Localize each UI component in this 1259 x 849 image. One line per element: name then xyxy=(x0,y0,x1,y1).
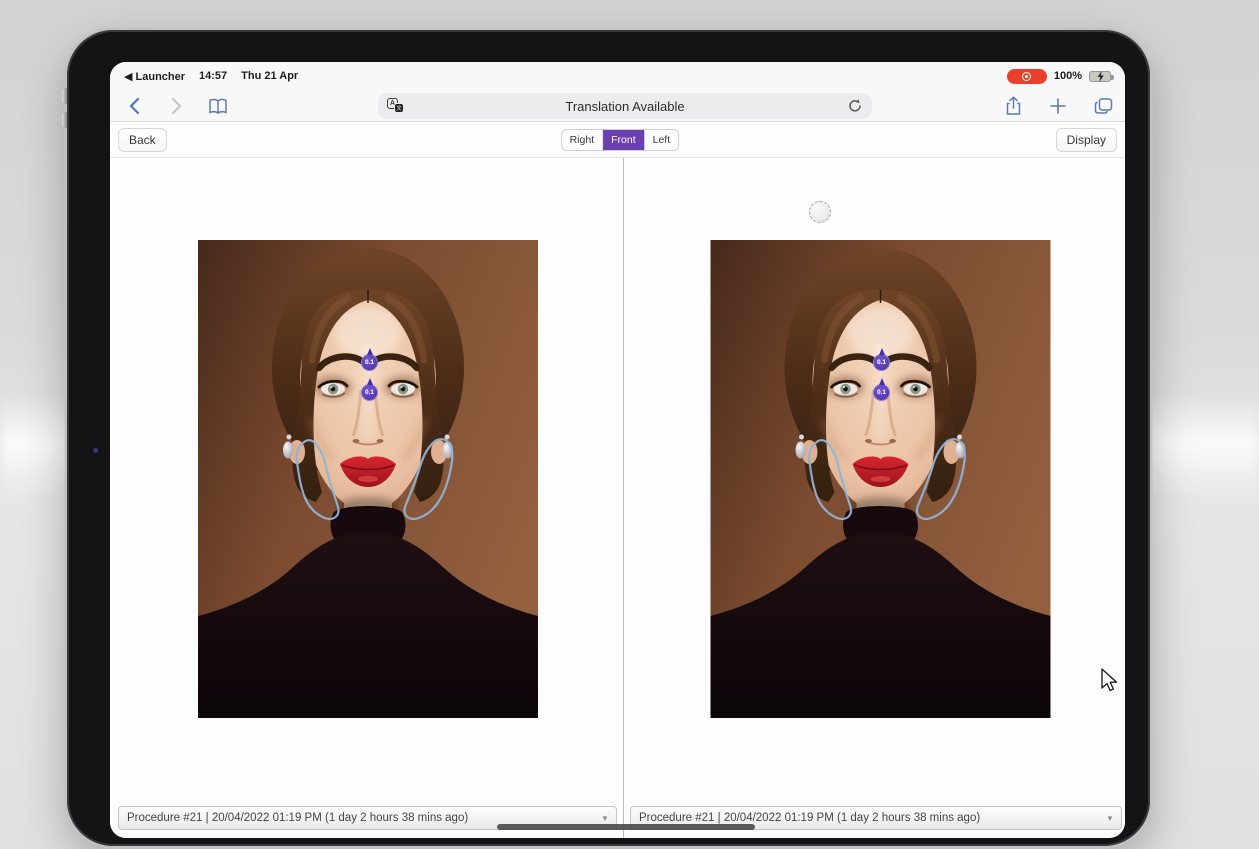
segment-front[interactable]: Front xyxy=(603,130,645,150)
address-bar[interactable]: A文 Translation Available xyxy=(378,93,872,119)
segment-right[interactable]: Right xyxy=(562,130,604,150)
portrait-image xyxy=(198,240,538,718)
browser-back-icon[interactable] xyxy=(124,96,144,116)
home-indicator[interactable] xyxy=(497,824,755,830)
status-bar: ◀ Launcher 14:57 Thu 21 Apr 100% xyxy=(110,62,1125,90)
share-icon[interactable] xyxy=(1003,96,1023,116)
panel-divider xyxy=(623,158,624,838)
back-button[interactable]: Back xyxy=(118,128,167,152)
volume-down-button xyxy=(62,112,67,128)
portrait-image xyxy=(710,240,1051,718)
mouse-cursor xyxy=(1100,668,1120,699)
patient-photo-left[interactable]: 0.1 0.1 xyxy=(198,240,538,718)
desktop-background: ◀ Launcher 14:57 Thu 21 Apr 100% xyxy=(0,0,1259,849)
record-dot-icon xyxy=(1022,72,1031,81)
screen-recording-indicator[interactable] xyxy=(1007,69,1047,84)
bezel-indicator-dot xyxy=(93,448,98,453)
display-button[interactable]: Display xyxy=(1056,128,1117,152)
chevron-down-icon: ▼ xyxy=(1103,807,1117,829)
patient-photo-right[interactable]: 0.1 0.1 xyxy=(710,240,1050,718)
reload-icon[interactable] xyxy=(847,98,863,114)
comparison-area: 0.1 0.1 0.1 0.1 xyxy=(110,158,1125,838)
browser-toolbar: A文 Translation Available xyxy=(110,90,1125,122)
injection-point-marker[interactable]: 0.1 xyxy=(361,354,378,371)
return-to-app-indicator[interactable]: ◀ Launcher xyxy=(124,70,185,83)
tabs-icon[interactable] xyxy=(1093,96,1113,116)
page-title: Translation Available xyxy=(378,99,872,114)
injection-point-marker[interactable]: 0.1 xyxy=(361,384,378,401)
new-tab-icon[interactable] xyxy=(1048,96,1068,116)
bookmarks-icon[interactable] xyxy=(208,96,228,116)
touch-indicator xyxy=(809,201,831,223)
clock: 14:57 xyxy=(199,70,227,82)
view-segmented-control: Right Front Left xyxy=(561,129,680,151)
browser-forward-icon[interactable] xyxy=(166,96,186,116)
segment-left[interactable]: Left xyxy=(645,130,679,150)
volume-up-button xyxy=(62,88,67,104)
date: Thu 21 Apr xyxy=(241,70,298,82)
battery-charging-icon xyxy=(1089,71,1111,82)
app-toolbar: Back Right Front Left Display xyxy=(110,122,1125,158)
battery-percent: 100% xyxy=(1054,70,1082,82)
injection-point-marker[interactable]: 0.1 xyxy=(873,384,890,401)
ipad-screen: ◀ Launcher 14:57 Thu 21 Apr 100% xyxy=(110,62,1125,838)
injection-point-marker[interactable]: 0.1 xyxy=(873,354,890,371)
ipad-device: ◀ Launcher 14:57 Thu 21 Apr 100% xyxy=(67,30,1150,846)
translate-icon[interactable]: A文 xyxy=(387,98,405,114)
